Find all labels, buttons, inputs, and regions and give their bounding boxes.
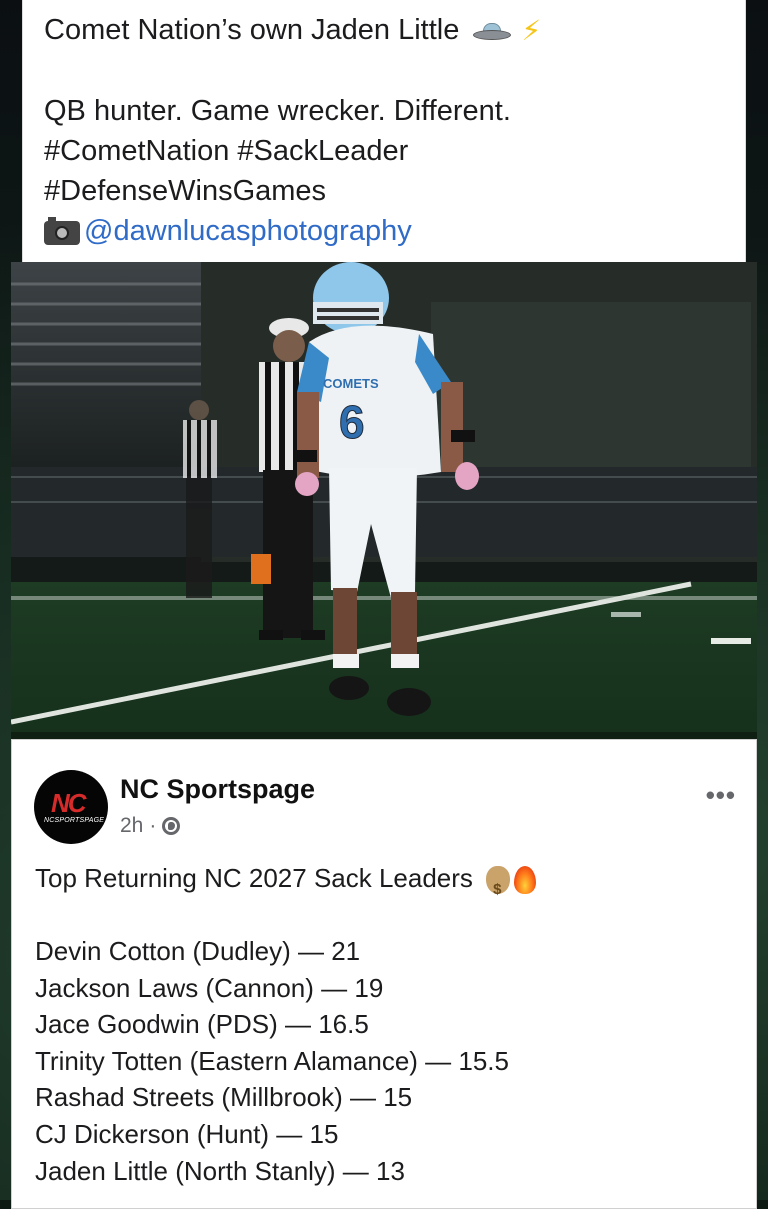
globe-icon <box>162 817 181 835</box>
sack-leaders-list: Devin Cotton (Dudley) — 21 Jackson Laws … <box>35 933 736 1189</box>
list-item: Jace Goodwin (PDS) — 16.5 <box>35 1009 369 1040</box>
post-headline-text: Top Returning NC 2027 Sack Leaders <box>35 863 473 893</box>
post-timestamp[interactable]: 2h <box>120 814 143 838</box>
football-photo-illustration: COMETS 6 <box>11 262 757 739</box>
list-item: Jackson Laws (Cannon) — 19 <box>35 972 384 1003</box>
page-avatar[interactable]: NC NCSPORTSPAGE <box>34 770 108 844</box>
list-item: Devin Cotton (Dudley) — 21 <box>35 936 361 966</box>
caption-line-1: Comet Nation’s own Jaden Little ⚡ <box>44 10 745 51</box>
jersey-number: 6 <box>339 396 365 448</box>
list-item: Trinity Totten (Eastern Alamance) — 15.5 <box>35 1045 509 1076</box>
camera-icon <box>44 216 80 245</box>
post-meta: 2h · <box>120 814 181 838</box>
avatar-logo-text: NC <box>51 788 87 818</box>
post-body: Top Returning NC 2027 Sack Leaders Devin… <box>35 860 736 1189</box>
post-card: NC NCSPORTSPAGE NC Sportspage 2h · ••• T… <box>11 739 757 1209</box>
caption-card: Comet Nation’s own Jaden Little ⚡ QB hun… <box>22 0 746 262</box>
ufo-icon <box>473 23 512 41</box>
hashtag-link-row-2[interactable]: #DefenseWinsGames <box>44 171 745 211</box>
avatar-logo-subtext: NCSPORTSPAGE <box>44 817 105 824</box>
caption-tagline: QB hunter. Game wrecker. Different. <box>44 95 511 128</box>
more-options-button[interactable]: ••• <box>706 780 736 811</box>
list-item: Jaden Little (North Stanly) — 13 <box>35 1155 405 1186</box>
money-bag-icon <box>486 866 511 908</box>
football-photo[interactable]: COMETS 6 <box>11 262 757 739</box>
caption-title: Comet Nation’s own Jaden Little <box>44 14 460 46</box>
fire-icon <box>514 866 537 895</box>
hashtag-link-row-1[interactable]: #CometNation #SackLeader <box>44 131 745 171</box>
meta-separator: · <box>149 814 157 837</box>
lightning-icon: ⚡ <box>521 15 542 47</box>
photo-credit-row: @dawnlucasphotography <box>44 211 745 251</box>
referee-far <box>183 400 217 598</box>
page-name-link[interactable]: NC Sportspage <box>120 774 315 805</box>
list-item: Rashad Streets (Millbrook) — 15 <box>35 1082 413 1113</box>
jersey-text: COMETS <box>323 376 379 391</box>
post-headline: Top Returning NC 2027 Sack Leaders <box>35 860 736 908</box>
list-item: CJ Dickerson (Hunt) — 15 <box>35 1118 339 1149</box>
photographer-link[interactable]: @dawnlucasphotography <box>84 215 412 247</box>
